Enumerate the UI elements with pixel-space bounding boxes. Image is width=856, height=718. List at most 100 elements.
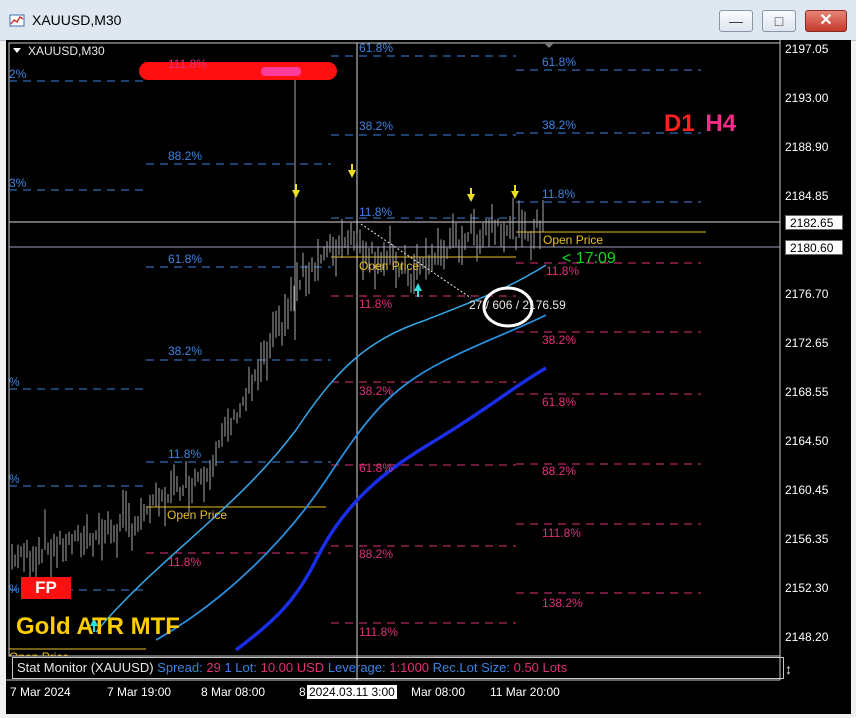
fib-label-a: 11.8% [168,447,202,461]
crosshair-readout: 27 / 606 / 2176.59 [469,298,566,312]
fib-lines-left [9,80,146,591]
fib-label-c: 38.2% [542,118,577,132]
price-tick: 2188.90 [785,140,829,154]
symbol-label: XAUUSD,M30 [28,44,105,58]
ma-fast [95,264,547,633]
maximize-button[interactable]: □ [762,10,796,32]
fib-label-b: 11.8% [359,297,393,311]
fib-label-left: % [9,582,20,596]
open-price-label: Open Price [543,233,604,247]
atr-range-marker [261,67,301,76]
window-title: XAUUSD,M30 [32,12,122,28]
time-tick: 7 Mar 2024 [10,685,71,699]
fib-label-c: 11.8% [542,187,576,201]
maximize-icon: □ [774,13,784,29]
tf-d1-label: D1 [664,110,695,137]
price-tick: 2184.85 [785,189,829,203]
price-tick: 2197.05 [785,42,829,56]
leverage-label: Leverage: [327,660,386,675]
tf-h4-label: H4 [705,110,737,137]
fib-lines-b-mag [331,295,516,624]
fib-label-c: 61.8% [542,55,577,69]
fib-lines-a [146,163,331,463]
stat-monitor-bar: Stat Monitor (XAUUSD) Spread: 29 1 Lot: … [12,657,784,679]
fib-label-a: 88.2% [168,149,203,163]
fib-label-b: 38.2% [359,119,394,133]
fib-label-b: 61.8% [359,461,394,475]
price-tick: 2172.65 [785,336,829,350]
fib-label-c: 61.8% [542,395,577,409]
fib-lines-b [331,55,516,219]
symbol-menu-icon[interactable] [13,48,21,53]
fib-label-b: 61.8% [359,41,394,55]
minimize-icon: — [729,13,743,29]
open-price-label: Open Price [359,259,420,273]
time-tick: 7 Mar 19:00 [107,685,172,699]
open-price-label: Open Price [167,508,228,522]
price-tick: 2148.20 [785,630,829,644]
down-arrow-icon [467,188,475,202]
shift-marker-icon [543,42,555,48]
ma-slow [234,366,547,652]
price-tick: 2176.70 [785,287,829,301]
chart-window-icon [9,14,25,27]
leverage-value: 1:1000 [389,660,430,675]
fib-label-c: 88.2% [542,464,577,478]
fib-label-a: 38.2% [168,344,203,358]
fib-label-b: 111.8% [359,625,398,639]
fib-label-left: % [9,375,20,389]
candle-timer: < 17:09 [562,250,616,267]
ma-mid [155,314,547,641]
price-tick: 2164.50 [785,434,829,448]
fib-label-left: % [9,472,20,486]
fib-label-c: 138.2% [542,596,583,610]
scale-toggle-icon[interactable]: ↕ [785,662,792,676]
rec-lot-label: Rec.Lot Size: [432,660,510,675]
close-icon: ✕ [819,12,833,29]
time-tick: 11 Mar 20:00 [490,685,560,699]
indicator-name: Gold ATR MTF [16,613,180,640]
down-arrow-icon [292,184,300,198]
fp-badge[interactable]: FP [21,577,71,599]
fib-label-b: 88.2% [359,547,394,561]
close-button[interactable]: ✕ [805,10,847,32]
minimize-button[interactable]: — [719,10,753,32]
time-tick: 8 [299,685,306,699]
rec-lot-value: 0.50 Lots [513,660,568,675]
price-bars [11,76,544,582]
price-tick: 2193.00 [785,91,829,105]
current-price-box: 2182.65 [785,215,843,230]
price-tick: 2152.30 [785,581,829,595]
spread-value: 29 [206,660,221,675]
fib-label-left: 2% [9,67,27,81]
lot-value: 10.00 USD [260,660,325,675]
fib-label-a: 111.8% [168,57,207,71]
timeframe-indicator: D1 H4 [664,110,736,138]
up-arrow-icon [414,283,422,297]
price-tick: 2160.45 [785,483,829,497]
stat-monitor-label: Stat Monitor (XAUUSD) [17,660,154,675]
fib-label-b: 11.8% [359,205,393,219]
fib-lines-c-mag [516,262,701,594]
fib-label-c: 111.8% [542,526,581,540]
time-tick: 8 Mar 08:00 [201,685,266,699]
open-price-label-clipped: Open Price [9,650,69,656]
fib-label-b: 38.2% [359,384,394,398]
fib-label-a: 11.8% [168,555,202,569]
up-arrows [90,283,422,632]
fib-label-left: 3% [9,176,27,190]
price-tick: 2168.55 [785,385,829,399]
spread-label: Spread: [157,660,203,675]
crosshair-time-box: 2024.03.11 3:00 [307,685,397,699]
bid-price-box: 2180.60 [785,240,843,255]
fib-label-a: 61.8% [168,252,203,266]
time-tick: Mar 08:00 [411,685,466,699]
down-arrow-icon [348,164,356,178]
down-arrows [292,164,519,202]
lot-label: 1 Lot: [224,660,257,675]
fib-label-c: 38.2% [542,333,577,347]
window-titlebar[interactable]: XAUUSD,M30 — □ ✕ [0,0,856,41]
price-tick: 2156.35 [785,532,829,546]
down-arrow-icon [511,185,519,199]
chart-area[interactable]: XAUUSD,M30 2% 3% % % % 111.8% 88.2% 61.8… [6,40,851,714]
